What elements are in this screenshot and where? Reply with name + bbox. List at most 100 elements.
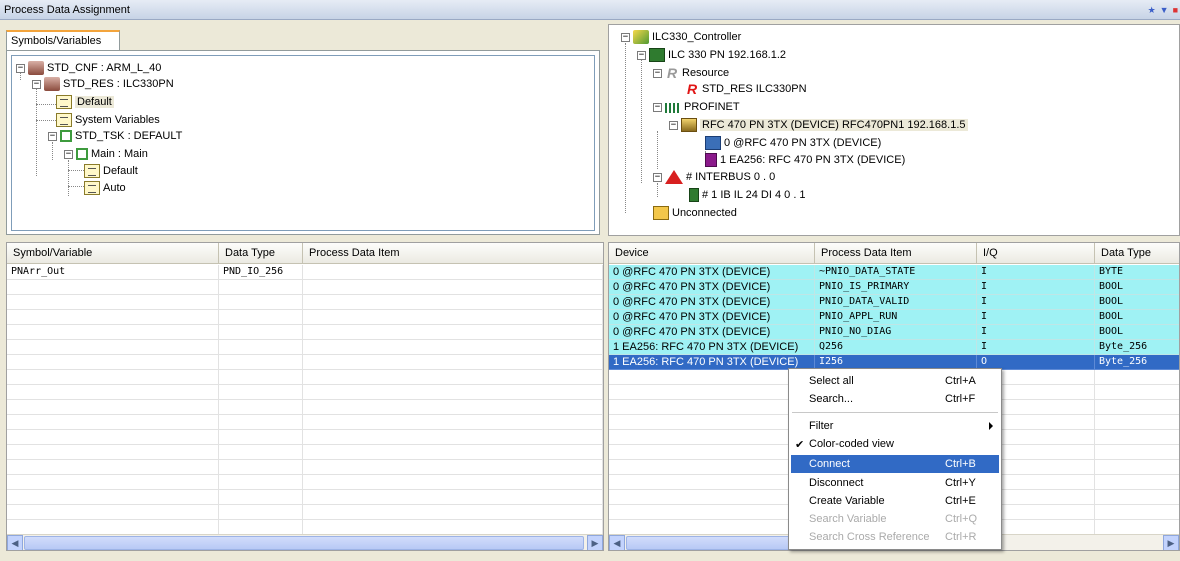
scroll-thumb[interactable] (24, 536, 584, 550)
collapse-icon[interactable]: − (653, 102, 662, 112)
scroll-left-icon[interactable]: ◀ (7, 535, 23, 550)
table-row[interactable] (7, 430, 603, 445)
column-header-process-data-item[interactable]: Process Data Item (303, 243, 603, 264)
menu-item-search-variable[interactable]: Search Variable Ctrl+Q (791, 510, 999, 528)
tree-node-ilc[interactable]: − ILC 330 PN 192.168.1.2 (637, 47, 786, 63)
dropdown-icon[interactable]: ▼ (1160, 4, 1169, 16)
table-row[interactable] (7, 460, 603, 475)
collapse-icon[interactable]: − (621, 32, 630, 42)
tree-node-system-variables[interactable]: System Variables (56, 112, 160, 128)
table-cell (7, 385, 219, 400)
tree-label: Main : Main (91, 148, 148, 160)
tree-node-main[interactable]: − Main : Main (64, 146, 148, 162)
tree-node-interbus[interactable]: − # INTERBUS 0 . 0 (653, 169, 775, 185)
table-row[interactable] (7, 400, 603, 415)
tree-label: Auto (103, 182, 126, 194)
menu-label: Search... (809, 393, 854, 405)
column-header-iq[interactable]: I/Q (977, 243, 1095, 264)
column-header-data-type[interactable]: Data Type (219, 243, 303, 264)
tree-node-std-res[interactable]: − STD_RES : ILC330PN (32, 76, 174, 92)
table-row[interactable] (7, 370, 603, 385)
table-row[interactable]: 0 @RFC 470 PN 3TX (DEVICE) PNIO_IS_PRIMAR… (609, 280, 1179, 295)
tree-node-default[interactable]: Default (56, 94, 114, 110)
table-row[interactable]: 0 @RFC 470 PN 3TX (DEVICE) PNIO_DATA_VALI… (609, 295, 1179, 310)
table-row[interactable] (7, 475, 603, 490)
menu-item-color-coded-view[interactable]: ✔ Color-coded view (791, 435, 999, 453)
tree-node-ib-module[interactable]: # 1 IB IL 24 DI 4 0 . 1 (689, 187, 806, 203)
tree-node-std-res[interactable]: R STD_RES ILC330PN (685, 81, 807, 97)
collapse-icon[interactable]: − (64, 149, 73, 159)
tree-node-rfc-device[interactable]: − RFC 470 PN 3TX (DEVICE) RFC470PN1 192.… (669, 117, 968, 133)
table-row[interactable] (7, 520, 603, 535)
table-cell: 0 @RFC 470 PN 3TX (DEVICE) (609, 325, 815, 340)
collapse-icon[interactable]: − (637, 50, 646, 60)
collapse-icon[interactable]: − (653, 68, 662, 78)
menu-shortcut: Ctrl+F (945, 393, 976, 405)
table-cell (609, 400, 815, 415)
tree-node-main-default[interactable]: Default (84, 163, 138, 179)
table-row[interactable]: 0 @RFC 470 PN 3TX (DEVICE) PNIO_APPL_RUN I… (609, 310, 1179, 325)
tree-node-std-tsk[interactable]: − STD_TSK : DEFAULT (48, 128, 182, 144)
collapse-icon[interactable]: − (16, 63, 25, 73)
scroll-right-icon[interactable]: ▶ (587, 535, 603, 550)
menu-item-create-variable[interactable]: Create Variable Ctrl+E (791, 492, 999, 510)
table-row[interactable] (7, 340, 603, 355)
tree-node-rfc-sub0[interactable]: 0 @RFC 470 PN 3TX (DEVICE) (705, 135, 881, 151)
table-cell (219, 520, 303, 535)
table-row[interactable] (7, 415, 603, 430)
tree-node-profinet[interactable]: − PROFINET (653, 99, 740, 115)
table-row[interactable] (7, 490, 603, 505)
table-row[interactable] (7, 325, 603, 340)
collapse-icon[interactable]: − (48, 131, 57, 141)
tree-node-resource[interactable]: − R Resource (653, 65, 729, 81)
table-cell (609, 370, 815, 385)
symbols-grid-header: Symbol/Variable Data Type Process Data I… (7, 243, 603, 264)
table-row[interactable] (7, 445, 603, 460)
menu-item-connect[interactable]: Connect Ctrl+B (791, 455, 999, 473)
menu-item-filter[interactable]: Filter (791, 417, 999, 435)
table-row[interactable] (7, 505, 603, 520)
table-row[interactable]: 0 @RFC 470 PN 3TX (DEVICE) ~PNIO_DATA_STA… (609, 265, 1179, 280)
scroll-left-icon[interactable]: ◀ (609, 535, 625, 550)
menu-item-select-all[interactable]: Select all Ctrl+A (791, 372, 999, 390)
table-cell: I (977, 265, 1095, 280)
tree-node-rfc-sub1[interactable]: 1 EA256: RFC 470 PN 3TX (DEVICE) (705, 152, 905, 168)
pin-icon[interactable]: ★ (1148, 4, 1156, 16)
table-cell: 0 @RFC 470 PN 3TX (DEVICE) (609, 280, 815, 295)
tree-node-controller[interactable]: − ILC330_Controller (621, 29, 741, 45)
tree-node-std-cnf[interactable]: − STD_CNF : ARM_L_40 (16, 60, 161, 76)
table-row[interactable]: PNArr_Out PND_IO_256 (7, 265, 603, 280)
collapse-icon[interactable]: − (669, 120, 678, 130)
menu-item-disconnect[interactable]: Disconnect Ctrl+Y (791, 474, 999, 492)
table-cell: BOOL (1095, 280, 1179, 295)
column-header-symbol[interactable]: Symbol/Variable (7, 243, 219, 264)
table-row[interactable] (7, 280, 603, 295)
column-header-process-data-item[interactable]: Process Data Item (815, 243, 977, 264)
menu-item-search-cross-reference[interactable]: Search Cross Reference Ctrl+R (791, 528, 999, 546)
table-cell (219, 295, 303, 310)
table-cell: 1 EA256: RFC 470 PN 3TX (DEVICE) (609, 340, 815, 355)
tree-label: ILC 330 PN 192.168.1.2 (668, 49, 787, 61)
collapse-icon[interactable]: − (653, 172, 662, 182)
table-row[interactable] (7, 385, 603, 400)
column-header-data-type[interactable]: Data Type (1095, 243, 1179, 264)
table-cell (219, 475, 303, 490)
column-header-device[interactable]: Device (609, 243, 815, 264)
table-row[interactable]: 1 EA256: RFC 470 PN 3TX (DEVICE) Q256 I Byt… (609, 340, 1179, 355)
close-icon[interactable]: ■ (1173, 4, 1178, 16)
table-row[interactable] (7, 295, 603, 310)
tab-symbols-variables[interactable]: Symbols/Variables (6, 30, 120, 51)
tree-node-unconnected[interactable]: Unconnected (653, 205, 737, 221)
table-row[interactable] (7, 310, 603, 325)
table-row[interactable]: 0 @RFC 470 PN 3TX (DEVICE) PNIO_NO_DIAG I B… (609, 325, 1179, 340)
table-cell (1095, 370, 1179, 385)
device-icon (681, 118, 697, 132)
table-row[interactable] (7, 355, 603, 370)
scroll-right-icon[interactable]: ▶ (1163, 535, 1179, 550)
collapse-icon[interactable]: − (32, 79, 41, 89)
menu-item-search[interactable]: Search... Ctrl+F (791, 390, 999, 408)
tree-label: Default (75, 96, 114, 108)
symbols-grid-hscrollbar[interactable]: ◀ ▶ (7, 534, 603, 550)
tree-node-main-auto[interactable]: Auto (84, 180, 126, 196)
table-cell (303, 280, 603, 295)
